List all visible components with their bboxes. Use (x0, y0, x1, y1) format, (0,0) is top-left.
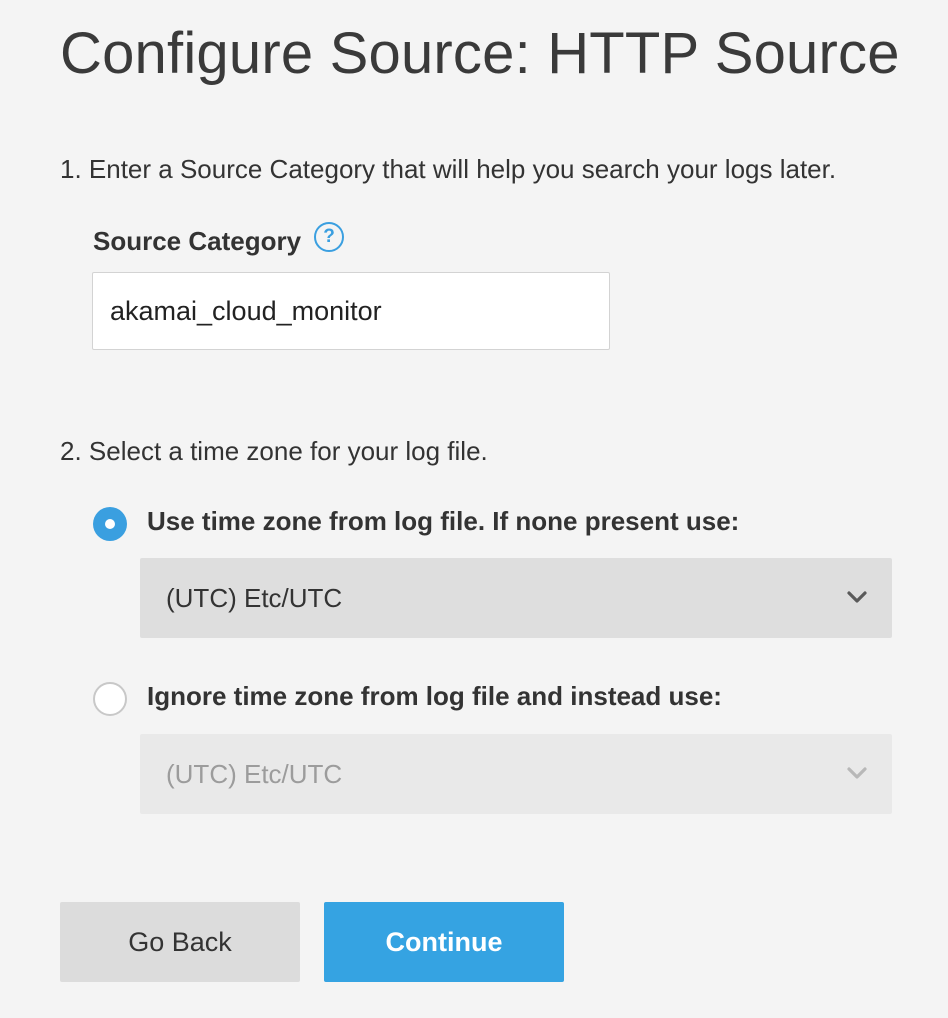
continue-button[interactable]: Continue (324, 902, 564, 982)
chevron-down-icon (847, 591, 867, 603)
radio-ignore-log-timezone[interactable] (93, 682, 127, 716)
radio-ignore-log-timezone-label[interactable]: Ignore time zone from log file and inste… (147, 681, 722, 712)
source-category-input[interactable] (92, 272, 610, 350)
timezone-select-override: (UTC) Etc/UTC (140, 734, 892, 814)
radio-use-log-timezone-label[interactable]: Use time zone from log file. If none pre… (147, 506, 739, 537)
step1-instruction: 1. Enter a Source Category that will hel… (60, 154, 837, 184)
page-title: Configure Source: HTTP Source (60, 21, 900, 86)
timezone-select-override-value: (UTC) Etc/UTC (166, 759, 343, 789)
go-back-button[interactable]: Go Back (60, 902, 300, 982)
step2-instruction: 2. Select a time zone for your log file. (60, 436, 488, 466)
timezone-select-default[interactable]: (UTC) Etc/UTC (140, 558, 892, 638)
help-icon[interactable]: ? (314, 222, 344, 252)
chevron-down-icon (847, 767, 867, 779)
timezone-select-default-value: (UTC) Etc/UTC (166, 583, 343, 613)
source-category-label: Source Category (93, 226, 302, 256)
radio-use-log-timezone[interactable] (93, 507, 127, 541)
configure-source-page: Configure Source: HTTP Source 1. Enter a… (0, 0, 948, 1018)
